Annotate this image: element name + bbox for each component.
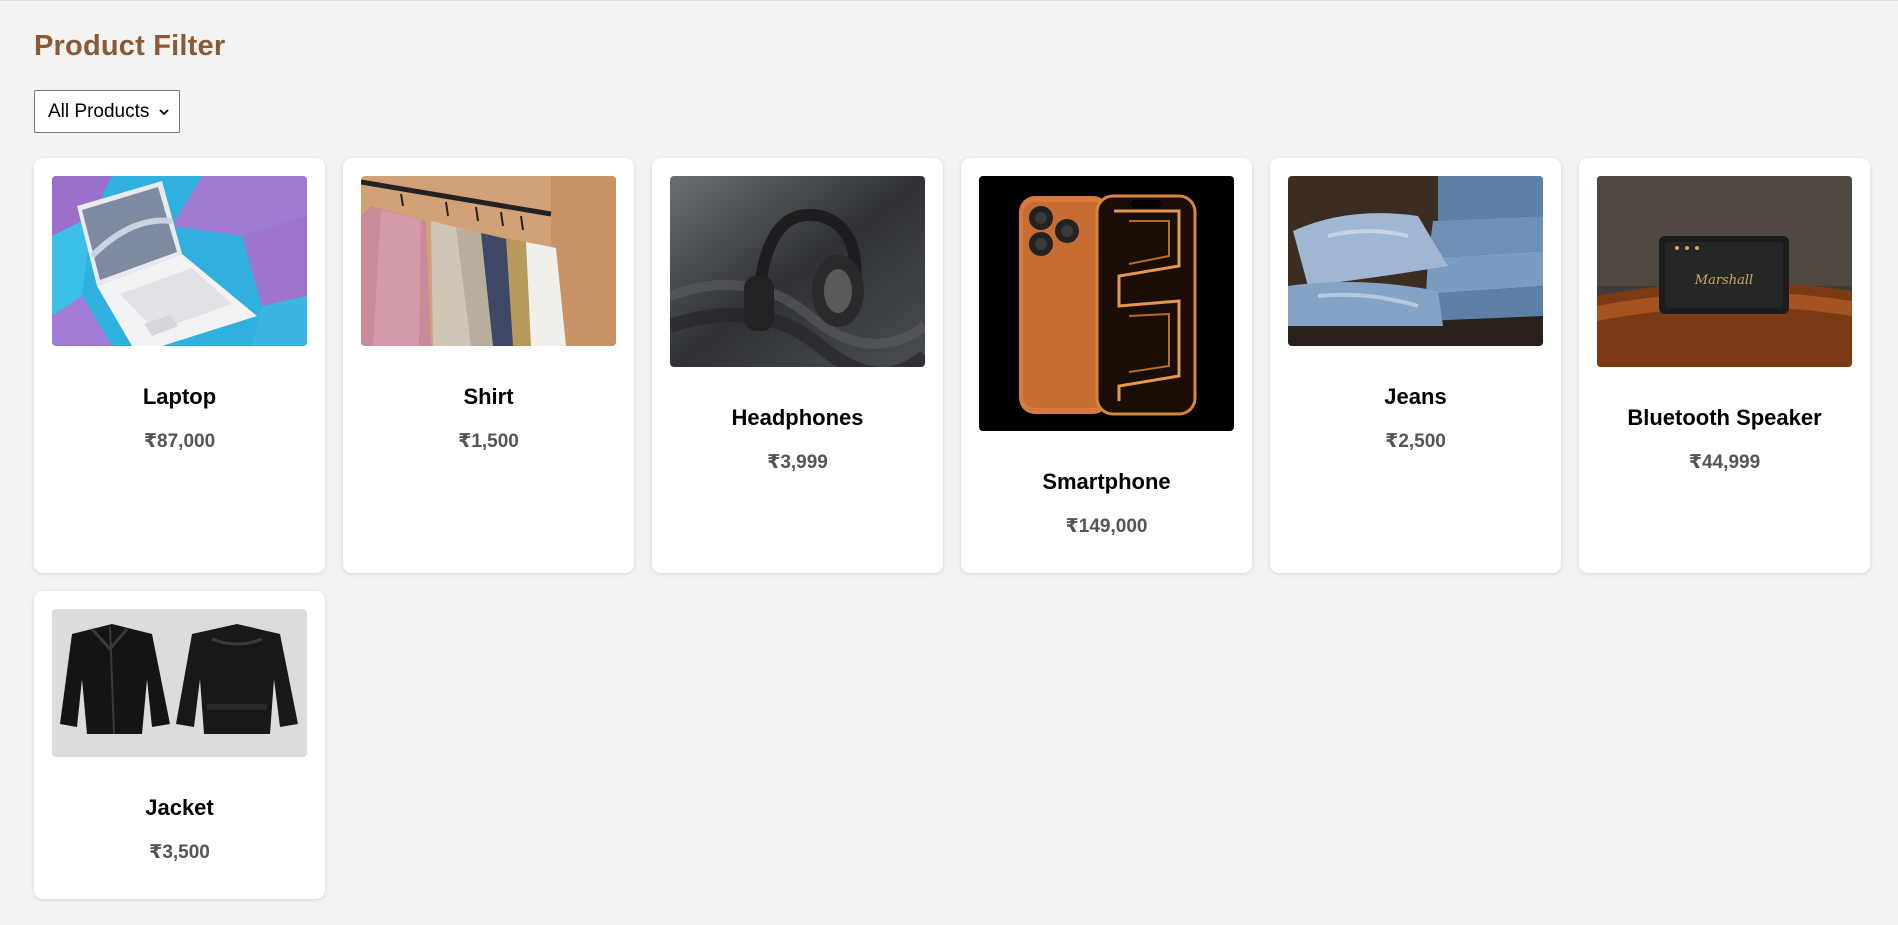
headphones-image (670, 176, 925, 367)
product-name: Bluetooth Speaker (1627, 405, 1822, 430)
product-price: ₹87,000 (143, 431, 216, 452)
jeans-stack-image (1288, 176, 1543, 346)
product-name: Shirt (463, 384, 514, 409)
product-price: ₹2,500 (1385, 431, 1446, 452)
product-name: Smartphone (1042, 469, 1171, 494)
product-grid: Laptop ₹87,000 Shirt ₹1,500 Headphones ₹… (34, 158, 1870, 899)
product-name: Jacket (145, 795, 214, 820)
product-name: Jeans (1384, 384, 1447, 409)
product-price: ₹149,000 (1065, 516, 1148, 537)
smartphone-image (979, 176, 1234, 431)
product-price: ₹3,999 (767, 452, 828, 473)
chevron-down-icon (159, 108, 169, 115)
svg-text:Marshall: Marshall (1694, 273, 1753, 288)
product-price: ₹1,500 (458, 431, 519, 452)
product-name: Headphones (731, 405, 864, 430)
product-name: Laptop (142, 384, 217, 409)
category-select[interactable]: All Products (34, 90, 180, 133)
page-title: Product Filter (34, 30, 226, 62)
product-card-bluetooth-speaker[interactable]: Marshall Bluetooth Speaker ₹44,999 (1579, 158, 1870, 573)
category-select-value: All Products (48, 100, 150, 122)
speaker-image: Marshall (1597, 176, 1852, 367)
laptop-image (52, 176, 307, 346)
product-card-jacket[interactable]: Jacket ₹3,500 (34, 591, 325, 899)
product-card-headphones[interactable]: Headphones ₹3,999 (652, 158, 943, 573)
product-card-shirt[interactable]: Shirt ₹1,500 (343, 158, 634, 573)
leather-jacket-image (52, 609, 307, 757)
shirts-on-rack-image (361, 176, 616, 346)
product-price: ₹3,500 (149, 842, 210, 863)
product-card-laptop[interactable]: Laptop ₹87,000 (34, 158, 325, 573)
product-card-smartphone[interactable]: Smartphone ₹149,000 (961, 158, 1252, 573)
product-card-jeans[interactable]: Jeans ₹2,500 (1270, 158, 1561, 573)
top-divider (0, 0, 1898, 1)
product-price: ₹44,999 (1688, 452, 1761, 473)
